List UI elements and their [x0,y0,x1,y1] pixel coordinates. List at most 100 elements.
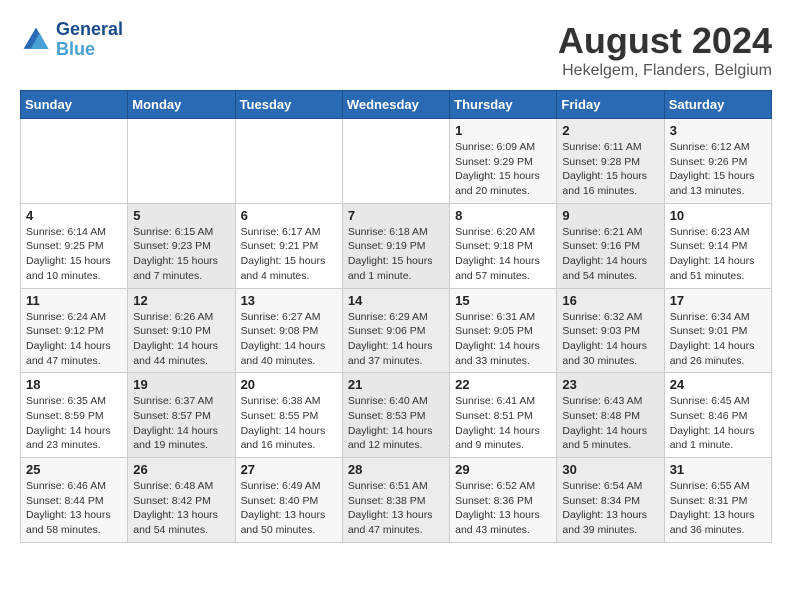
calendar-cell: 18 Sunrise: 6:35 AM Sunset: 8:59 PM Dayli… [21,373,128,458]
day-number: 30 [562,462,658,477]
calendar-cell: 12 Sunrise: 6:26 AM Sunset: 9:10 PM Dayli… [128,288,235,373]
calendar-cell: 7Sunrise: 6:18 AM Sunset: 9:19 PM Daylig… [342,203,449,288]
calendar-cell: 15Sunrise: 6:31 AM Sunset: 9:05 PM Dayli… [450,288,557,373]
calendar-cell: 23 Sunrise: 6:43 AM Sunset: 8:48 PM Dayli… [557,373,664,458]
day-number: 25 [26,462,122,477]
calendar-cell: 10Sunrise: 6:23 AM Sunset: 9:14 PM Dayli… [664,203,771,288]
day-info: Sunrise: 6:49 AM Sunset: 8:40 PM Dayligh… [241,479,337,538]
day-info: Sunrise: 6:20 AM Sunset: 9:18 PM Dayligh… [455,225,551,284]
day-info: Sunrise: 6:26 AM Sunset: 9:10 PM Dayligh… [133,310,229,369]
weekday-header: Tuesday [235,91,342,119]
calendar-week-row: 1Sunrise: 6:09 AM Sunset: 9:29 PM Daylig… [21,119,772,204]
calendar-cell: 14Sunrise: 6:29 AM Sunset: 9:06 PM Dayli… [342,288,449,373]
day-info: Sunrise: 6:46 AM Sunset: 8:44 PM Dayligh… [26,479,122,538]
calendar-cell: 22Sunrise: 6:41 AM Sunset: 8:51 PM Dayli… [450,373,557,458]
day-info: Sunrise: 6:37 AM Sunset: 8:57 PM Dayligh… [133,394,229,453]
calendar-subtitle: Hekelgem, Flanders, Belgium [558,62,772,80]
calendar-cell [21,119,128,204]
day-number: 5 [133,208,229,223]
day-number: 21 [348,377,444,392]
calendar-cell: 27 Sunrise: 6:49 AM Sunset: 8:40 PM Dayli… [235,458,342,543]
day-number: 19 [133,377,229,392]
day-info: Sunrise: 6:52 AM Sunset: 8:36 PM Dayligh… [455,479,551,538]
day-number: 18 [26,377,122,392]
weekday-header: Friday [557,91,664,119]
calendar-cell: 13Sunrise: 6:27 AM Sunset: 9:08 PM Dayli… [235,288,342,373]
calendar-cell: 24Sunrise: 6:45 AM Sunset: 8:46 PM Dayli… [664,373,771,458]
day-info: Sunrise: 6:11 AM Sunset: 9:28 PM Dayligh… [562,140,658,199]
logo-text: General Blue [56,20,123,60]
day-number: 12 [133,293,229,308]
day-number: 23 [562,377,658,392]
logo-icon [20,24,52,56]
calendar-cell: 20Sunrise: 6:38 AM Sunset: 8:55 PM Dayli… [235,373,342,458]
day-number: 3 [670,123,766,138]
weekday-header: Monday [128,91,235,119]
calendar-week-row: 11 Sunrise: 6:24 AM Sunset: 9:12 PM Dayli… [21,288,772,373]
day-number: 16 [562,293,658,308]
calendar-cell: 29 Sunrise: 6:52 AM Sunset: 8:36 PM Dayli… [450,458,557,543]
day-info: Sunrise: 6:35 AM Sunset: 8:59 PM Dayligh… [26,394,122,453]
calendar-cell: 30 Sunrise: 6:54 AM Sunset: 8:34 PM Dayli… [557,458,664,543]
calendar-cell: 3Sunrise: 6:12 AM Sunset: 9:26 PM Daylig… [664,119,771,204]
day-info: Sunrise: 6:24 AM Sunset: 9:12 PM Dayligh… [26,310,122,369]
calendar-cell: 17 Sunrise: 6:34 AM Sunset: 9:01 PM Dayli… [664,288,771,373]
title-block: August 2024 Hekelgem, Flanders, Belgium [558,20,772,80]
day-number: 31 [670,462,766,477]
calendar-cell [342,119,449,204]
weekday-header-row: SundayMondayTuesdayWednesdayThursdayFrid… [21,91,772,119]
calendar-title: August 2024 [558,20,772,62]
calendar-cell: 16 Sunrise: 6:32 AM Sunset: 9:03 PM Dayli… [557,288,664,373]
weekday-header: Wednesday [342,91,449,119]
calendar-cell: 28 Sunrise: 6:51 AM Sunset: 8:38 PM Dayli… [342,458,449,543]
day-info: Sunrise: 6:48 AM Sunset: 8:42 PM Dayligh… [133,479,229,538]
day-number: 1 [455,123,551,138]
calendar-cell: 26Sunrise: 6:48 AM Sunset: 8:42 PM Dayli… [128,458,235,543]
day-info: Sunrise: 6:38 AM Sunset: 8:55 PM Dayligh… [241,394,337,453]
calendar-cell: 4 Sunrise: 6:14 AM Sunset: 9:25 PM Daylig… [21,203,128,288]
calendar-cell: 21Sunrise: 6:40 AM Sunset: 8:53 PM Dayli… [342,373,449,458]
calendar-table: SundayMondayTuesdayWednesdayThursdayFrid… [20,90,772,543]
day-number: 2 [562,123,658,138]
calendar-cell: 25 Sunrise: 6:46 AM Sunset: 8:44 PM Dayli… [21,458,128,543]
calendar-week-row: 25 Sunrise: 6:46 AM Sunset: 8:44 PM Dayli… [21,458,772,543]
day-number: 4 [26,208,122,223]
day-number: 29 [455,462,551,477]
weekday-header: Thursday [450,91,557,119]
weekday-header: Sunday [21,91,128,119]
calendar-cell: 2 Sunrise: 6:11 AM Sunset: 9:28 PM Daylig… [557,119,664,204]
day-info: Sunrise: 6:18 AM Sunset: 9:19 PM Dayligh… [348,225,444,284]
day-number: 13 [241,293,337,308]
weekday-header: Saturday [664,91,771,119]
calendar-cell: 19 Sunrise: 6:37 AM Sunset: 8:57 PM Dayli… [128,373,235,458]
calendar-cell [235,119,342,204]
day-number: 24 [670,377,766,392]
page-header: General Blue August 2024 Hekelgem, Fland… [20,20,772,80]
day-number: 28 [348,462,444,477]
day-info: Sunrise: 6:34 AM Sunset: 9:01 PM Dayligh… [670,310,766,369]
calendar-cell: 6Sunrise: 6:17 AM Sunset: 9:21 PM Daylig… [235,203,342,288]
day-number: 10 [670,208,766,223]
day-info: Sunrise: 6:21 AM Sunset: 9:16 PM Dayligh… [562,225,658,284]
day-number: 17 [670,293,766,308]
calendar-week-row: 4 Sunrise: 6:14 AM Sunset: 9:25 PM Daylig… [21,203,772,288]
day-info: Sunrise: 6:31 AM Sunset: 9:05 PM Dayligh… [455,310,551,369]
day-number: 14 [348,293,444,308]
calendar-cell: 5 Sunrise: 6:15 AM Sunset: 9:23 PM Daylig… [128,203,235,288]
day-info: Sunrise: 6:32 AM Sunset: 9:03 PM Dayligh… [562,310,658,369]
day-info: Sunrise: 6:14 AM Sunset: 9:25 PM Dayligh… [26,225,122,284]
day-info: Sunrise: 6:55 AM Sunset: 8:31 PM Dayligh… [670,479,766,538]
calendar-cell: 9 Sunrise: 6:21 AM Sunset: 9:16 PM Daylig… [557,203,664,288]
calendar-cell: 31 Sunrise: 6:55 AM Sunset: 8:31 PM Dayli… [664,458,771,543]
day-info: Sunrise: 6:54 AM Sunset: 8:34 PM Dayligh… [562,479,658,538]
calendar-cell [128,119,235,204]
day-info: Sunrise: 6:41 AM Sunset: 8:51 PM Dayligh… [455,394,551,453]
day-number: 11 [26,293,122,308]
day-info: Sunrise: 6:51 AM Sunset: 8:38 PM Dayligh… [348,479,444,538]
calendar-week-row: 18 Sunrise: 6:35 AM Sunset: 8:59 PM Dayli… [21,373,772,458]
day-info: Sunrise: 6:15 AM Sunset: 9:23 PM Dayligh… [133,225,229,284]
day-number: 6 [241,208,337,223]
day-number: 9 [562,208,658,223]
day-info: Sunrise: 6:43 AM Sunset: 8:48 PM Dayligh… [562,394,658,453]
day-number: 27 [241,462,337,477]
